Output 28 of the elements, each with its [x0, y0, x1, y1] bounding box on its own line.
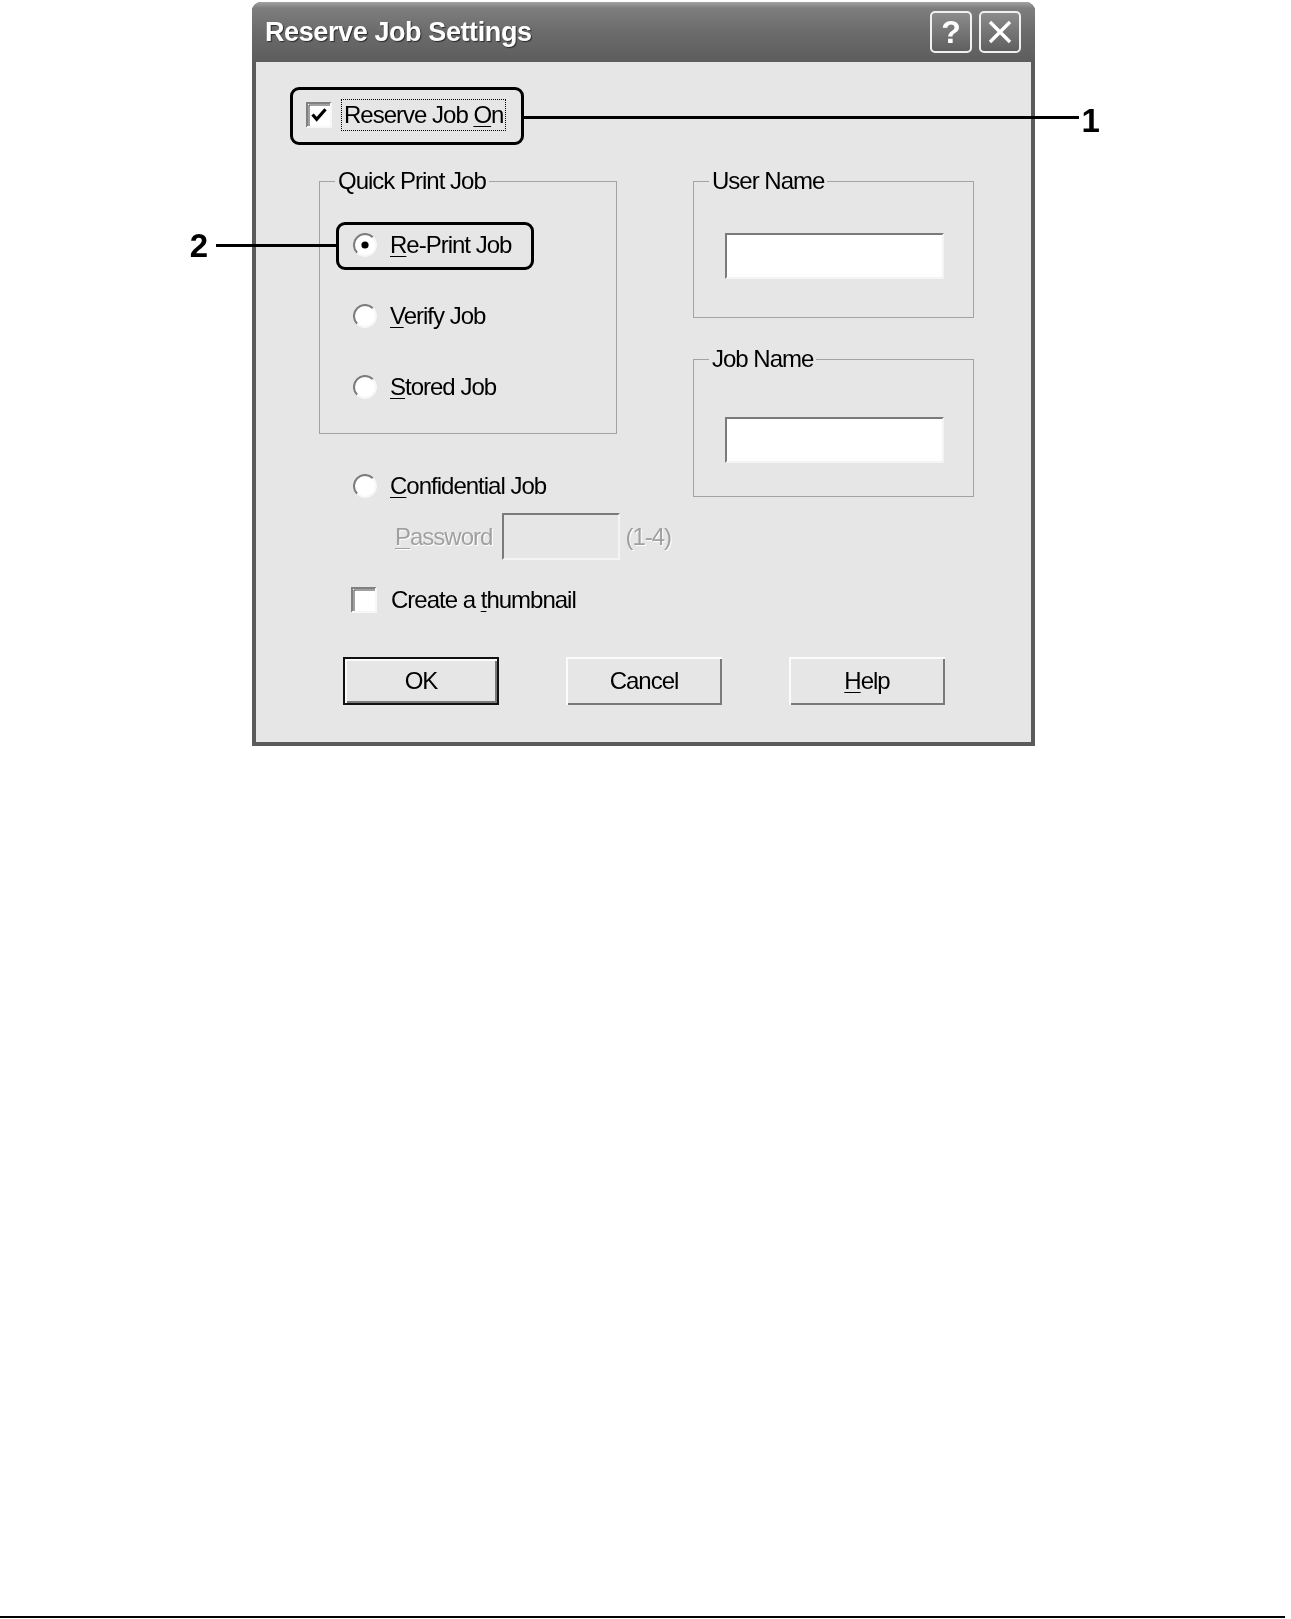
dialog-button[interactable]: Cancel	[566, 657, 722, 705]
checkbox[interactable]	[351, 587, 377, 613]
checkbox-label[interactable]: Reserve Job On	[341, 99, 507, 131]
window-title: Reserve Job Settings	[265, 16, 532, 49]
close-icon	[987, 19, 1013, 45]
callout-number: 1	[1081, 104, 1100, 137]
dialog-button[interactable]: Help	[789, 657, 945, 705]
group-label: Quick Print Job	[337, 166, 487, 196]
radio-button[interactable]	[353, 474, 377, 498]
group-label: Job Name	[711, 344, 815, 374]
radio-label[interactable]: Verify Job	[387, 300, 489, 332]
help-button[interactable]: ?	[930, 11, 972, 53]
dialog-button[interactable]: OK	[343, 657, 499, 705]
radio-label[interactable]: Re-Print Job	[387, 229, 515, 261]
checkbox[interactable]	[306, 102, 332, 128]
callout-number: 2	[189, 229, 208, 262]
radio-button[interactable]	[353, 233, 377, 257]
field-label: Password	[395, 521, 493, 552]
close-button[interactable]	[979, 11, 1021, 53]
text-field[interactable]	[725, 417, 944, 463]
hint-text: (1-4)	[625, 521, 672, 552]
checkbox-label[interactable]: Create a thumbnail	[388, 584, 579, 616]
radio-label[interactable]: Confidential Job	[387, 470, 550, 502]
radio-button[interactable]	[353, 375, 377, 399]
radio-label[interactable]: Stored Job	[387, 371, 500, 403]
text-field[interactable]	[725, 233, 944, 279]
group-label: User Name	[711, 166, 826, 196]
radio-button[interactable]	[353, 304, 377, 328]
